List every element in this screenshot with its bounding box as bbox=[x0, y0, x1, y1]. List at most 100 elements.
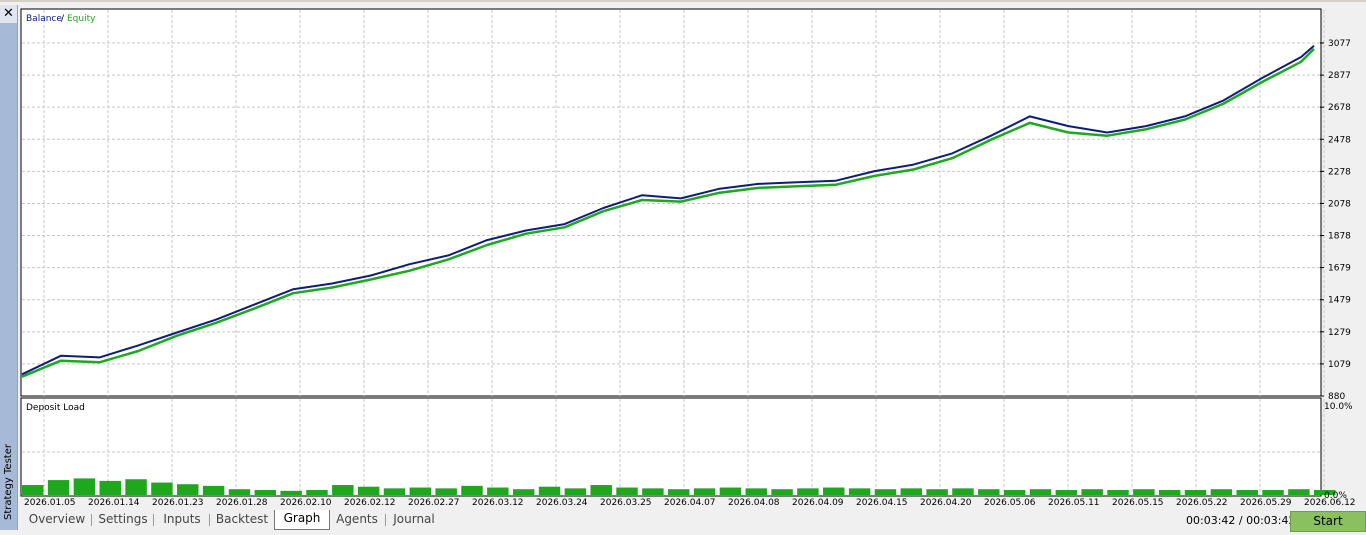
y-tick-label: 1279 bbox=[1328, 328, 1351, 338]
tab-overview[interactable]: Overview bbox=[22, 511, 92, 529]
deposit-load-bar bbox=[1158, 490, 1181, 495]
deposit-load-bar bbox=[1133, 489, 1155, 495]
x-tick-label: 2026.05.11 bbox=[1048, 498, 1100, 508]
deposit-load-bar bbox=[771, 489, 793, 495]
deposit-load-bar bbox=[1055, 490, 1078, 495]
tab-agents[interactable]: Agents bbox=[328, 511, 386, 529]
deposit-load-bar bbox=[564, 488, 587, 495]
x-tick-label: 2026.03.24 bbox=[536, 498, 588, 508]
deposit-load-bar bbox=[616, 487, 638, 495]
deposit-load-bar bbox=[254, 490, 277, 495]
start-button[interactable]: Start bbox=[1290, 511, 1366, 532]
x-tick-label: 2026.02.12 bbox=[344, 498, 396, 508]
y-tick-label: 2678 bbox=[1328, 103, 1351, 113]
deposit-load-bar bbox=[1262, 490, 1284, 495]
legend-balance: Balance bbox=[26, 14, 62, 24]
tab-settings[interactable]: Settings bbox=[92, 511, 154, 529]
x-tick-label: 2026.04.15 bbox=[856, 498, 908, 508]
deposit-load-bar bbox=[538, 486, 561, 495]
tab-backtest[interactable]: Backtest bbox=[210, 511, 274, 529]
deposit-load-bar bbox=[487, 487, 509, 495]
top-border bbox=[0, 0, 1366, 2]
y-tick-label: 2478 bbox=[1328, 135, 1351, 145]
chart-svg: 3077 2877 2678 2478 2278 2078 1878 1679 1479 1279… bbox=[20, 8, 1356, 508]
deposit-load-bar bbox=[435, 488, 457, 495]
deposit-load-bar bbox=[383, 488, 406, 495]
y-tick-label: 3077 bbox=[1328, 39, 1351, 49]
x-tick-label: 2026.02.27 bbox=[408, 498, 460, 508]
y-tick-label: 2278 bbox=[1328, 167, 1351, 177]
deposit-load-bar bbox=[668, 489, 690, 495]
deposit-load-bar bbox=[280, 490, 302, 495]
deposit-load-bar bbox=[693, 488, 716, 495]
legend-equity: Equity bbox=[67, 14, 96, 24]
deposit-load-bar bbox=[202, 485, 225, 495]
deposit-load-bar bbox=[745, 488, 767, 495]
main-chart-panel bbox=[20, 8, 1322, 397]
deposit-load-bar bbox=[900, 488, 923, 495]
deposit-load-bar bbox=[125, 479, 147, 495]
deposit-load-bar bbox=[1029, 489, 1052, 495]
deposit-load-bar bbox=[73, 478, 96, 495]
y-tick-label: 1679 bbox=[1328, 264, 1351, 274]
deposit-load-bar bbox=[47, 480, 70, 495]
deposit-load-bar bbox=[332, 485, 354, 495]
y-tick-label: 1479 bbox=[1328, 296, 1351, 306]
deposit-load-bar bbox=[409, 487, 432, 495]
deposit-load-bar bbox=[719, 487, 742, 495]
tab-journal[interactable]: Journal bbox=[386, 511, 442, 529]
x-tick-label: 2026.05.29 bbox=[1240, 498, 1292, 508]
deposit-load-bar bbox=[99, 480, 121, 495]
load-y-tick-label: 10.0% bbox=[1324, 402, 1353, 412]
tab-inputs[interactable]: Inputs bbox=[154, 511, 210, 529]
y-tick-label: 1079 bbox=[1328, 360, 1351, 370]
deposit-load-bar bbox=[22, 485, 44, 495]
x-tick-label: 2026.03.25 bbox=[600, 498, 652, 508]
x-tick-label: 2026.04.08 bbox=[728, 498, 780, 508]
deposit-load-bar bbox=[512, 489, 535, 495]
deposit-load-bar bbox=[1210, 489, 1233, 495]
deposit-load-bar bbox=[926, 489, 948, 495]
deposit-load-bar bbox=[461, 485, 483, 495]
deposit-load-bar bbox=[952, 488, 974, 495]
x-tick-label: 2026.01.28 bbox=[216, 498, 268, 508]
side-panel-title: Strategy Tester bbox=[3, 444, 14, 520]
deposit-load-bar bbox=[978, 489, 1000, 495]
deposit-load-bar bbox=[357, 486, 380, 495]
x-tick-label: 2026.01.05 bbox=[24, 498, 76, 508]
deposit-load-bar bbox=[1288, 489, 1310, 495]
tab-graph[interactable]: Graph bbox=[274, 510, 330, 530]
deposit-load-panel bbox=[20, 397, 1322, 497]
x-tick-label: 2026.05.22 bbox=[1176, 498, 1228, 508]
close-icon[interactable]: ✕ bbox=[0, 5, 17, 23]
x-tick-label: 2026.05.06 bbox=[984, 498, 1036, 508]
deposit-load-bar bbox=[177, 484, 199, 495]
elapsed-timer: 00:03:42 / 00:03:42 bbox=[1186, 514, 1296, 527]
x-tick-label: 2026.04.09 bbox=[792, 498, 844, 508]
chart-area: 3077 2877 2678 2478 2278 2078 1878 1679 1479 1279… bbox=[20, 8, 1366, 510]
x-tick-label: 2026.05.15 bbox=[1112, 498, 1164, 508]
deposit-load-bar bbox=[1081, 489, 1103, 495]
deposit-load-bar bbox=[1003, 490, 1026, 495]
deposit-load-bar bbox=[642, 488, 664, 495]
deposit-load-bar bbox=[1236, 490, 1258, 495]
y-tick-label: 1878 bbox=[1328, 232, 1351, 242]
x-tick-label: 2026.06.12 bbox=[1304, 498, 1356, 508]
y-tick-label: 880 bbox=[1328, 392, 1345, 402]
deposit-load-bar bbox=[823, 487, 845, 495]
x-tick-label: 2026.02.10 bbox=[280, 498, 332, 508]
deposit-load-bar bbox=[151, 482, 173, 495]
deposit-load-bar bbox=[1107, 490, 1129, 495]
x-tick-label: 2026.01.23 bbox=[152, 498, 204, 508]
y-tick-label: 2877 bbox=[1328, 71, 1351, 81]
deposit-load-bar bbox=[228, 489, 251, 495]
deposit-load-bar bbox=[1184, 490, 1207, 495]
x-tick-label: 2026.01.14 bbox=[88, 498, 140, 508]
x-tick-label: 2026.04.07 bbox=[664, 498, 716, 508]
x-tick-label: 2026.04.20 bbox=[920, 498, 972, 508]
x-tick-label: 2026.03.12 bbox=[472, 498, 524, 508]
deposit-load-bar bbox=[590, 485, 612, 495]
deposit-load-bar bbox=[848, 488, 871, 495]
deposit-load-bar bbox=[797, 488, 819, 495]
y-tick-label: 2078 bbox=[1328, 199, 1351, 209]
